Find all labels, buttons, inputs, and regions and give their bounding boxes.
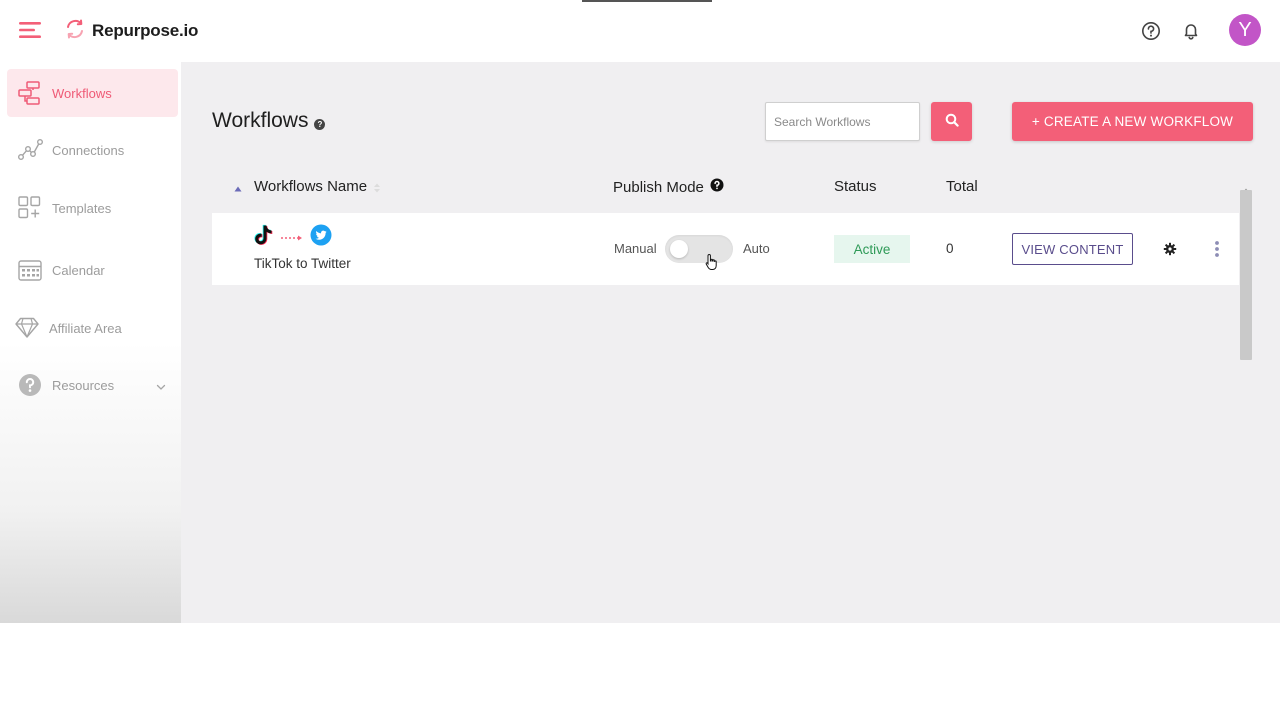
sidebar-item-affiliate-area[interactable]: Affiliate Area [7, 304, 178, 352]
search-button[interactable] [931, 102, 972, 141]
gear-icon[interactable] [1163, 242, 1177, 256]
top-bar: Repurpose.io Y [0, 0, 1280, 62]
help-icon[interactable]: ? [314, 118, 326, 130]
repurpose-logo-icon [64, 18, 86, 45]
sidebar-item-label: Resources [52, 377, 115, 393]
calendar-icon [17, 257, 43, 283]
app-window: Repurpose.io Y Workflows Connections Tem… [0, 0, 1280, 623]
sidebar-item-workflows[interactable]: Workflows [7, 69, 178, 117]
create-new-workflow-button[interactable]: + CREATE A NEW WORKFLOW [1012, 102, 1253, 141]
search-workflows-input[interactable] [765, 102, 920, 141]
column-header-name[interactable]: Workflows Name [254, 178, 381, 195]
status-badge: Active [834, 235, 910, 263]
sidebar-item-label: Connections [52, 142, 125, 158]
diamond-icon [14, 315, 40, 341]
sort-icon[interactable] [373, 181, 381, 193]
chevron-down-icon [156, 379, 166, 390]
brand-name: Repurpose.io [92, 21, 199, 40]
main-content: Workflows ? + CREATE A NEW WORKFLOW Work… [181, 62, 1280, 623]
vertical-scrollbar[interactable] [1240, 190, 1252, 360]
sort-ascending-icon[interactable] [234, 180, 242, 192]
mouse-pointer-hand-icon [705, 253, 719, 271]
help-circle-icon[interactable] [1140, 20, 1162, 42]
sidebar-item-resources[interactable]: Resources [7, 361, 178, 409]
sidebar: Workflows Connections Templates Calendar… [0, 62, 181, 623]
top-indicator [582, 0, 712, 2]
workflows-icon [17, 80, 43, 106]
tiktok-icon [254, 224, 274, 251]
sidebar-item-connections[interactable]: Connections [7, 126, 178, 174]
sidebar-item-label: Calendar [52, 262, 105, 278]
templates-icon [17, 195, 43, 221]
workflow-platform-icons [254, 224, 332, 251]
column-header-total: Total [946, 178, 978, 195]
scroll-up-arrow-icon[interactable] [1242, 180, 1250, 192]
column-header-publish-mode: Publish Mode [613, 178, 724, 196]
column-header-publish-mode-label: Publish Mode [613, 178, 704, 196]
workflow-name[interactable]: TikTok to Twitter [254, 256, 351, 271]
arrow-right-icon [280, 229, 304, 247]
publish-mode-manual-label: Manual [614, 241, 657, 256]
question-circle-icon [17, 372, 43, 398]
brand-logo[interactable]: Repurpose.io [64, 18, 198, 44]
page-title: Workflows ? [212, 109, 326, 133]
view-content-button[interactable]: VIEW CONTENT [1012, 233, 1133, 265]
column-header-status: Status [834, 178, 877, 195]
more-options-icon[interactable] [1213, 240, 1221, 258]
page-title-text: Workflows [212, 109, 309, 132]
column-header-name-label: Workflows Name [254, 178, 368, 195]
user-avatar[interactable]: Y [1229, 14, 1261, 46]
sidebar-item-label: Affiliate Area [49, 320, 122, 336]
search-icon [945, 113, 959, 130]
toggle-knob [670, 240, 688, 258]
sidebar-item-label: Workflows [52, 85, 112, 101]
total-count: 0 [946, 241, 954, 256]
sidebar-item-calendar[interactable]: Calendar [7, 246, 178, 294]
notification-bell-icon[interactable] [1180, 20, 1202, 42]
publish-mode-toggle[interactable] [665, 235, 733, 263]
sidebar-item-templates[interactable]: Templates [7, 184, 178, 232]
table-row: TikTok to Twitter Manual Auto Active 0 V… [212, 213, 1239, 285]
help-icon[interactable] [710, 178, 724, 196]
publish-mode-auto-label: Auto [743, 241, 770, 256]
sidebar-item-label: Templates [52, 200, 112, 216]
twitter-icon [310, 224, 332, 251]
connections-icon [17, 137, 43, 163]
hamburger-menu-icon[interactable] [19, 20, 43, 40]
